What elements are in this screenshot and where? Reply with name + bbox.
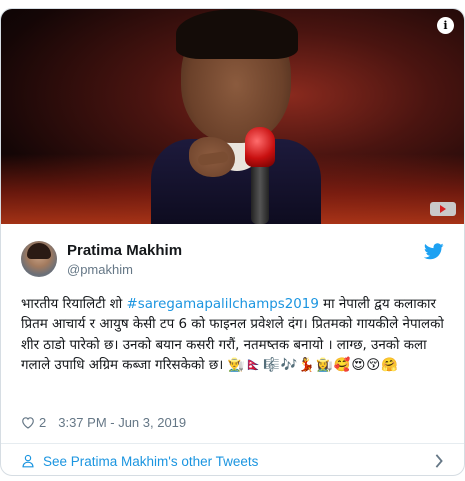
tweet-media-image[interactable]: i bbox=[1, 9, 464, 224]
tweet-text-before: भारतीय रियालिटी शो bbox=[21, 297, 127, 312]
person-icon bbox=[22, 454, 34, 468]
emoji-sequence: 👨‍🌾🇳🇵🎼🎶💃👩‍🌾🥰😍😚🤗 bbox=[227, 358, 399, 374]
info-icon[interactable]: i bbox=[437, 17, 454, 34]
author-name[interactable]: Pratima Makhim bbox=[67, 242, 182, 259]
tweet-header: Pratima Makhim @pmakhim bbox=[21, 241, 446, 281]
tweet-text: भारतीय रियालिटी शो #saregamapalilchamps2… bbox=[21, 295, 449, 377]
hashtag-link[interactable]: #saregamapalilchamps2019 bbox=[127, 297, 319, 312]
embedded-tweet-card[interactable]: i Pratima Makhim @pmakhim भारतीय रियालिट… bbox=[0, 8, 465, 476]
tweet-timestamp[interactable]: 3:37 PM - Jun 3, 2019 bbox=[58, 415, 186, 430]
twitter-bird-icon[interactable] bbox=[424, 243, 444, 260]
singer-hair bbox=[176, 9, 298, 59]
see-other-tweets-label[interactable]: See Pratima Makhim's other Tweets bbox=[43, 454, 258, 469]
microphone bbox=[245, 127, 275, 167]
see-other-tweets-link[interactable]: See Pratima Makhim's other Tweets bbox=[21, 445, 446, 475]
avatar[interactable] bbox=[21, 241, 57, 277]
tweet-meta: 2 3:37 PM - Jun 3, 2019 bbox=[21, 413, 186, 431]
like-count[interactable]: 2 bbox=[39, 415, 46, 430]
divider bbox=[1, 443, 464, 444]
chevron-right-icon[interactable] bbox=[434, 454, 444, 468]
channel-logo-icon bbox=[430, 202, 456, 216]
heart-icon[interactable] bbox=[21, 416, 35, 429]
author-handle[interactable]: @pmakhim bbox=[67, 262, 133, 277]
